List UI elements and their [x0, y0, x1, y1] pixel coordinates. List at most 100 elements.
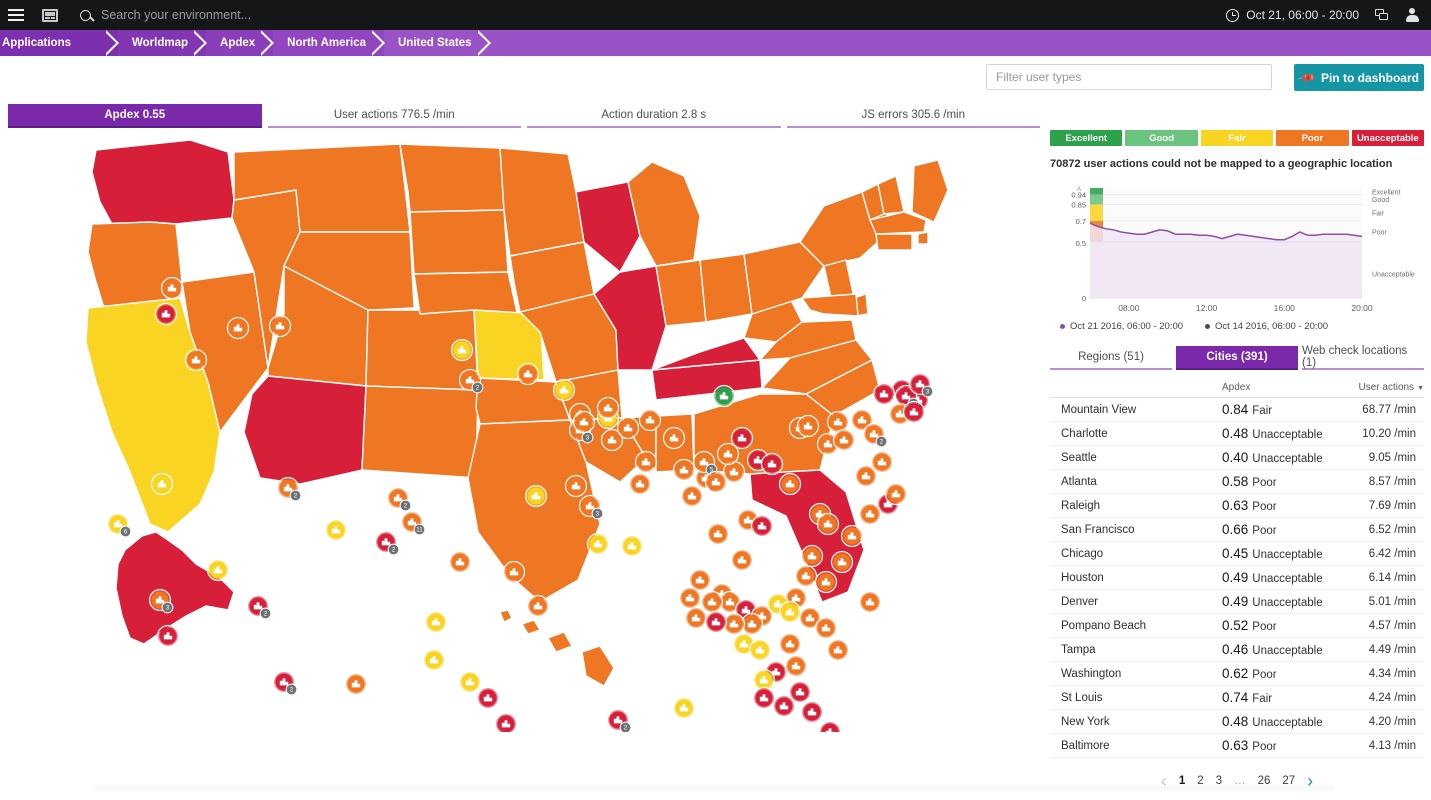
table-row[interactable]: Tampa0.46Unacceptable4.49 /min	[1050, 638, 1424, 662]
map-marker[interactable]	[346, 674, 367, 695]
map-marker[interactable]	[496, 714, 517, 733]
state-ND[interactable]	[400, 144, 504, 212]
map-marker[interactable]	[718, 444, 739, 465]
map-marker[interactable]	[780, 474, 801, 495]
map-marker[interactable]: 2	[376, 532, 399, 555]
map-marker[interactable]: 11	[402, 512, 425, 535]
table-row[interactable]: Baltimore0.63Poor4.13 /min	[1050, 734, 1424, 758]
map-marker[interactable]	[802, 702, 823, 723]
map-marker[interactable]	[856, 466, 877, 487]
state-SD[interactable]	[410, 210, 508, 274]
map-marker[interactable]	[732, 550, 753, 571]
map-marker[interactable]	[796, 566, 817, 587]
table-row[interactable]: Seattle0.40Unacceptable9.05 /min	[1050, 446, 1424, 470]
map-marker[interactable]	[618, 418, 639, 439]
map-marker[interactable]	[706, 612, 727, 633]
time-range-selector[interactable]: Oct 21, 06:00 - 20:00	[1226, 8, 1359, 22]
map-marker[interactable]	[798, 416, 819, 437]
map-marker[interactable]: 2	[608, 710, 631, 733]
map-marker[interactable]	[802, 546, 823, 567]
map-marker[interactable]	[860, 504, 881, 525]
map-marker[interactable]	[228, 318, 249, 339]
entity-tab-web[interactable]: Web check locations (1)	[1302, 346, 1424, 370]
map-marker[interactable]	[886, 484, 907, 505]
map-marker[interactable]	[566, 476, 587, 497]
map-marker[interactable]	[904, 402, 925, 423]
table-row[interactable]: San Francisco0.66Poor6.52 /min	[1050, 518, 1424, 542]
pin-to-dashboard-button[interactable]: 📌 Pin to dashboard	[1294, 64, 1424, 91]
breadcrumb-item-apdex[interactable]: Apdex	[206, 30, 273, 56]
column-header-apdex[interactable]: Apdex	[1222, 382, 1334, 398]
state-ME[interactable]	[912, 160, 948, 222]
state-WA[interactable]	[92, 140, 234, 224]
map-marker[interactable]	[842, 526, 863, 547]
table-row[interactable]: Chicago0.45Unacceptable6.42 /min	[1050, 542, 1424, 566]
map-marker[interactable]	[156, 304, 177, 325]
map-marker[interactable]	[682, 486, 703, 507]
breadcrumb-item-worldmap[interactable]: Worldmap	[118, 30, 206, 56]
map-marker[interactable]	[526, 486, 547, 507]
map-marker[interactable]	[460, 672, 481, 693]
state-RI[interactable]	[918, 232, 928, 244]
table-row[interactable]: Mountain View0.84Fair68.77 /min	[1050, 398, 1424, 422]
map-marker[interactable]	[574, 412, 595, 433]
map-marker[interactable]	[326, 520, 347, 541]
metric-tab-0[interactable]: Apdex 0.55	[8, 104, 262, 128]
map-marker[interactable]	[162, 278, 183, 299]
map-marker[interactable]	[860, 592, 881, 613]
us-map[interactable]: 632222112233335222103	[0, 132, 1040, 732]
map-marker[interactable]	[622, 536, 643, 557]
table-row[interactable]: Washington0.62Poor4.34 /min	[1050, 662, 1424, 686]
state-HI-3[interactable]	[582, 646, 614, 686]
map-marker[interactable]	[834, 430, 855, 451]
map-marker[interactable]	[664, 428, 685, 449]
breadcrumb-item-applications[interactable]: Applications	[0, 30, 118, 56]
state-MD[interactable]	[802, 294, 858, 316]
chart-legend-item-1[interactable]: Oct 14 2016, 06:00 - 20:00	[1205, 321, 1328, 332]
entity-tab-regions[interactable]: Regions (51)	[1050, 346, 1172, 370]
hamburger-icon[interactable]	[8, 9, 24, 21]
map-marker[interactable]	[554, 380, 575, 401]
map-marker[interactable]	[598, 398, 619, 419]
map-marker[interactable]	[752, 516, 773, 537]
table-row[interactable]: St Louis0.74Fair4.24 /min	[1050, 686, 1424, 710]
table-row[interactable]: Denver0.49Unacceptable5.01 /min	[1050, 590, 1424, 614]
column-header-name[interactable]	[1050, 382, 1222, 398]
map-marker[interactable]	[450, 552, 471, 573]
chart-legend-item-0[interactable]: Oct 21 2016, 06:00 - 20:00	[1060, 321, 1183, 332]
legend-item-poor[interactable]: Poor	[1276, 130, 1348, 146]
state-AZ[interactable]	[244, 376, 366, 484]
table-row[interactable]: Charlotte0.48Unacceptable10.20 /min	[1050, 422, 1424, 446]
table-row[interactable]: Atlanta0.58Poor8.57 /min	[1050, 470, 1424, 494]
breadcrumb-item-united-states[interactable]: United States	[384, 30, 490, 56]
map-marker[interactable]	[714, 386, 735, 407]
metric-tab-2[interactable]: Action duration 2.8 s	[527, 104, 781, 128]
map-marker[interactable]	[786, 656, 807, 677]
state-MI[interactable]	[628, 162, 700, 266]
state-AK[interactable]	[116, 532, 234, 644]
map-marker[interactable]	[186, 350, 207, 371]
map-marker[interactable]	[686, 608, 707, 629]
legend-item-good[interactable]: Good	[1125, 130, 1197, 146]
breadcrumb-item-north-america[interactable]: North America	[273, 30, 384, 56]
map-marker[interactable]	[518, 364, 539, 385]
column-header-user-actions[interactable]: User actions▼	[1334, 382, 1424, 398]
state-HI-1[interactable]	[522, 620, 540, 634]
map-marker[interactable]	[158, 626, 179, 647]
map-marker[interactable]	[452, 340, 473, 361]
map-marker[interactable]: 2	[864, 424, 887, 447]
legend-item-excellent[interactable]: Excellent	[1050, 130, 1122, 146]
table-row[interactable]: Houston0.49Unacceptable6.14 /min	[1050, 566, 1424, 590]
map-marker[interactable]	[208, 560, 229, 581]
map-marker[interactable]	[588, 534, 609, 555]
map-marker[interactable]	[680, 588, 701, 609]
table-row[interactable]: Pompano Beach0.52Poor4.57 /min	[1050, 614, 1424, 638]
map-marker[interactable]: 2	[274, 672, 297, 695]
filter-user-types-input[interactable]	[986, 64, 1272, 90]
map-marker[interactable]	[832, 552, 853, 573]
map-marker[interactable]	[630, 474, 651, 495]
map-marker[interactable]	[152, 474, 173, 495]
legend-item-fair[interactable]: Fair	[1201, 130, 1273, 146]
map-marker[interactable]	[818, 514, 839, 535]
map-marker[interactable]	[636, 452, 657, 473]
